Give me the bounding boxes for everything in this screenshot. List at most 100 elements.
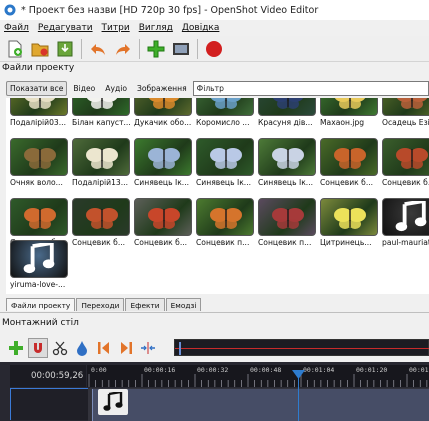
image-file-thumbnail[interactable]: Махаон.jpg: [320, 98, 378, 127]
timeline-clip[interactable]: [92, 389, 429, 421]
add-track-icon: [9, 341, 23, 355]
marker-icon: [77, 341, 87, 356]
image-file-thumbnail[interactable]: Осадець Езі...: [382, 98, 429, 127]
openshot-logo-icon: [4, 4, 16, 16]
next-marker-button[interactable]: [116, 338, 136, 358]
butterfly-photo: [210, 98, 242, 109]
image-file-thumbnail[interactable]: Коромисло ...: [196, 98, 254, 127]
import-files-icon: [147, 40, 165, 57]
photo-thumbnail-image: [196, 198, 254, 236]
filter-tab-video[interactable]: Відео: [69, 81, 99, 96]
butterfly-photo: [396, 98, 428, 109]
file-label: Подалірій03...: [10, 118, 66, 127]
butterfly-photo: [148, 148, 180, 169]
snap-button[interactable]: [28, 338, 48, 358]
image-file-thumbnail[interactable]: Подалірій03...: [10, 98, 68, 127]
audio-thumbnail-image: [382, 198, 429, 236]
redo-button[interactable]: [112, 38, 134, 60]
center-playhead-icon: [141, 342, 155, 354]
previous-marker-icon: [98, 342, 109, 354]
filter-input[interactable]: Фільтр: [192, 81, 429, 96]
open-project-button[interactable]: [29, 38, 51, 60]
ruler-label: 00:00:48: [250, 366, 282, 374]
menu-view[interactable]: Вигляд: [139, 23, 173, 33]
playhead-handle[interactable]: [292, 370, 305, 380]
import-files-button[interactable]: [145, 38, 167, 60]
new-project-button[interactable]: [4, 38, 26, 60]
file-label: Сонцевик п...: [196, 238, 250, 247]
record-icon: [206, 40, 222, 57]
toolbar-separator: [139, 38, 140, 59]
image-file-thumbnail[interactable]: Сонцевик б...: [382, 138, 429, 187]
menu-titles[interactable]: Титри: [102, 23, 130, 33]
tab-effects[interactable]: Ефекти: [125, 298, 165, 311]
file-label: Осадець Езі...: [382, 118, 429, 127]
filter-tab-images[interactable]: Зображення: [133, 81, 191, 96]
file-label: Подалірій13...: [72, 178, 128, 187]
photo-thumbnail-image: [134, 138, 192, 176]
export-video-button[interactable]: [203, 38, 225, 60]
photo-thumbnail-image: [10, 138, 68, 176]
image-file-thumbnail[interactable]: Дукачик обо...: [134, 98, 192, 127]
butterfly-photo: [86, 148, 118, 169]
image-file-thumbnail[interactable]: Сонцевик б...: [72, 198, 130, 247]
filter-tab-audio[interactable]: Аудіо: [101, 81, 131, 96]
snap-icon: [34, 343, 42, 353]
add-track-button[interactable]: [6, 338, 26, 358]
image-file-thumbnail[interactable]: Сонцевик п...: [258, 198, 316, 247]
razor-icon: [52, 341, 68, 356]
image-file-thumbnail[interactable]: Синявець Ік...: [196, 138, 254, 187]
menu-edit[interactable]: Редагувати: [38, 23, 93, 33]
playhead[interactable]: [298, 376, 299, 421]
timeline-zoom-bar: [175, 342, 429, 355]
file-label: Сонцевик б...: [72, 238, 126, 247]
timeline-zoom-scrollbar[interactable]: [174, 339, 429, 356]
audio-file-thumbnail[interactable]: paul-mauriat...: [382, 198, 429, 247]
audio-file-thumbnail[interactable]: yiruma-love-...: [10, 240, 68, 289]
track-header[interactable]: [10, 388, 88, 420]
previous-marker-button[interactable]: [94, 338, 114, 358]
butterfly-photo: [272, 148, 304, 169]
tab-project-files[interactable]: Файли проекту: [6, 298, 76, 311]
image-file-thumbnail[interactable]: Сонцевик п...: [196, 198, 254, 247]
photo-thumbnail-image: [382, 98, 429, 116]
image-file-thumbnail[interactable]: Синявець Ік...: [134, 138, 192, 187]
image-file-thumbnail[interactable]: Подалірій13...: [72, 138, 130, 187]
file-label: Сонцевик п...: [258, 238, 312, 247]
panel-divider[interactable]: [0, 312, 429, 313]
image-file-thumbnail[interactable]: Синявець Ік...: [258, 138, 316, 187]
image-file-thumbnail[interactable]: Цитринець...: [320, 198, 378, 247]
music-note-icon: [395, 201, 427, 232]
profile-button[interactable]: [170, 38, 192, 60]
tab-emojis[interactable]: Емодзі: [165, 298, 202, 311]
project-files-grid: Подалірій03... Білан капуст... Дукачик обо…: [6, 98, 429, 294]
timeline-title: Монтажний стіл: [2, 318, 79, 328]
butterfly-photo: [334, 98, 366, 109]
save-project-button[interactable]: [54, 38, 76, 60]
image-file-thumbnail[interactable]: Сонцевик б...: [134, 198, 192, 247]
photo-thumbnail-image: [72, 138, 130, 176]
file-label: Білан капуст...: [72, 118, 131, 127]
photo-thumbnail-image: [320, 138, 378, 176]
tab-transitions[interactable]: Переходи: [76, 298, 125, 311]
photo-thumbnail-image: [196, 98, 254, 116]
project-files-title: Файли проекту: [2, 63, 75, 73]
center-playhead-button[interactable]: [138, 338, 158, 358]
razor-button[interactable]: [50, 338, 70, 358]
menu-file[interactable]: Файл: [4, 23, 29, 33]
menu-help[interactable]: Довідка: [182, 23, 220, 33]
file-label: paul-mauriat...: [382, 238, 429, 247]
image-file-thumbnail[interactable]: Білан капуст...: [72, 98, 131, 127]
butterfly-photo: [86, 98, 118, 109]
image-file-thumbnail[interactable]: Очняк воло...: [10, 138, 68, 187]
add-marker-button[interactable]: [72, 338, 92, 358]
open-project-icon: [31, 43, 49, 56]
image-file-thumbnail[interactable]: Красуня дів...: [258, 98, 316, 127]
butterfly-photo: [272, 98, 304, 109]
image-file-thumbnail[interactable]: Сонцевик б...: [320, 138, 378, 187]
undo-button[interactable]: [87, 38, 109, 60]
photo-thumbnail-image: [258, 98, 316, 116]
filter-tab-show-all[interactable]: Показати все: [6, 81, 68, 96]
save-project-icon: [57, 41, 73, 56]
photo-thumbnail-image: [258, 138, 316, 176]
